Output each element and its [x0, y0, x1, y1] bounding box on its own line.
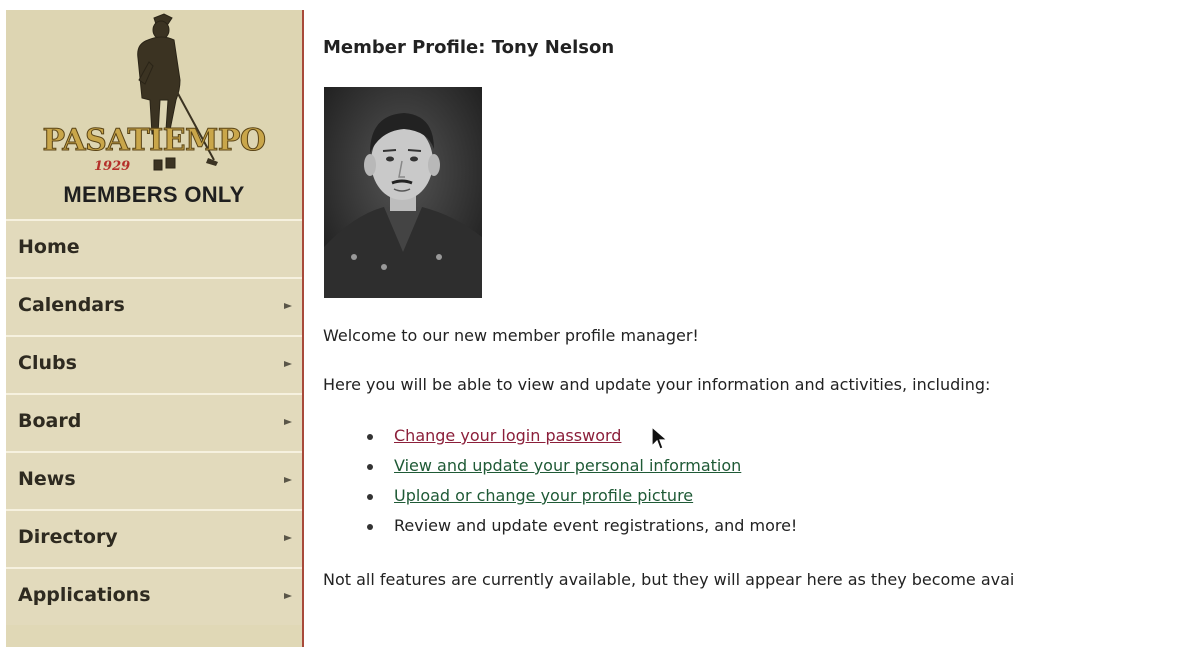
golfer-logo-icon: PASATIEMPO 1929: [42, 13, 267, 174]
nav-label: News: [18, 468, 76, 490]
bullet: [367, 494, 373, 500]
welcome-text: Welcome to our new member profile manage…: [323, 326, 699, 345]
event-registrations-text: Review and update event registrations, a…: [394, 516, 798, 535]
arrow-right-icon: [284, 593, 292, 599]
bullet: [367, 524, 373, 530]
profile-picture-link[interactable]: Upload or change your profile picture: [394, 486, 693, 505]
nav-label: Clubs: [18, 352, 77, 374]
nav-item-directory[interactable]: Directory: [6, 509, 302, 567]
nav-label: Directory: [18, 526, 118, 548]
nav-label: Board: [18, 410, 82, 432]
logo-wordmark: PASATIEMPO: [42, 123, 265, 158]
nav-item-calendars[interactable]: Calendars: [6, 277, 302, 335]
bullet: [367, 464, 373, 470]
arrow-right-icon: [284, 419, 292, 425]
footer-note: Not all features are currently available…: [323, 570, 1015, 589]
club-logo[interactable]: PASATIEMPO 1929 MEMBERS ONLY: [6, 10, 302, 219]
arrow-right-icon: [284, 303, 292, 309]
profile-portrait-icon: [324, 87, 482, 298]
change-password-link[interactable]: Change your login password: [394, 426, 621, 445]
arrow-right-icon: [284, 477, 292, 483]
sidebar: PASATIEMPO 1929 MEMBERS ONLY Home Calend…: [6, 10, 304, 647]
nav-label: Applications: [18, 584, 151, 606]
pointer-cursor-icon: [651, 426, 669, 450]
nav-label: Calendars: [18, 294, 125, 316]
personal-info-link[interactable]: View and update your personal informatio…: [394, 456, 741, 475]
nav-item-news[interactable]: News: [6, 451, 302, 509]
nav-item-clubs[interactable]: Clubs: [6, 335, 302, 393]
page-title: Member Profile: Tony Nelson: [323, 37, 615, 58]
nav-label: Home: [18, 236, 80, 258]
nav-item-applications[interactable]: Applications: [6, 567, 302, 625]
arrow-right-icon: [284, 535, 292, 541]
nav-item-home[interactable]: Home: [6, 219, 302, 277]
members-only-heading: MEMBERS ONLY: [63, 182, 245, 207]
arrow-right-icon: [284, 361, 292, 367]
main-nav: Home Calendars Clubs Board News Director…: [6, 219, 302, 625]
intro-text: Here you will be able to view and update…: [323, 375, 991, 394]
bullet: [367, 434, 373, 440]
profile-photo: [324, 87, 482, 298]
logo-year: 1929: [94, 159, 130, 174]
nav-item-board[interactable]: Board: [6, 393, 302, 451]
